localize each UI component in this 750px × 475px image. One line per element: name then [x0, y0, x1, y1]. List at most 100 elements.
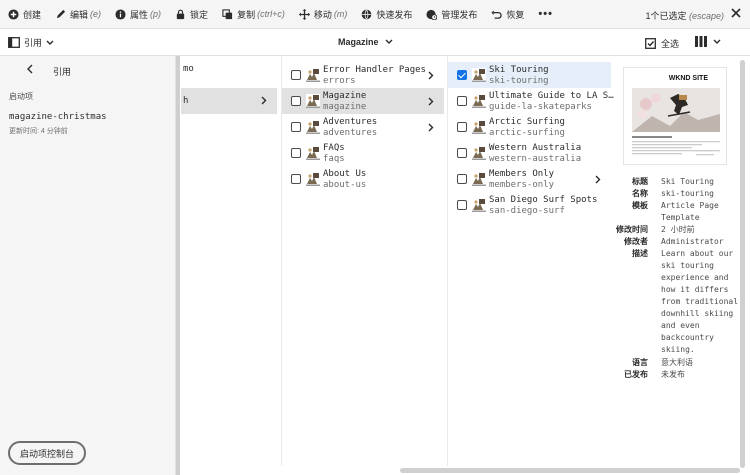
- meta-value-modifier: Administrator: [661, 237, 724, 246]
- select-all-icon: [645, 38, 656, 49]
- meta-key-language: 语言: [632, 358, 648, 367]
- select-all-button[interactable]: 全选: [645, 37, 679, 50]
- page-thumbnail: [306, 68, 320, 82]
- page-thumbnail: [306, 94, 320, 108]
- lock-button[interactable]: 锁定: [175, 8, 208, 21]
- list-item[interactable]: FAQs faqs: [282, 140, 444, 166]
- lock-label: 锁定: [190, 9, 209, 20]
- references-rail: 引用 启动项 magazine-christmas 更新时间: 4 分钟前 启动…: [0, 56, 176, 475]
- row-checkbox[interactable]: [457, 70, 467, 80]
- preview-brand-text: WKND SITE: [669, 75, 709, 82]
- list-item[interactable]: Adventures adventures: [282, 114, 444, 140]
- row-name: faqs: [323, 154, 345, 164]
- meta-value-language: 意大利语: [661, 358, 693, 367]
- meta-key-template: 模板: [632, 201, 648, 210]
- chevron-down-icon: [713, 39, 721, 44]
- chevron-left-icon[interactable]: [25, 64, 35, 74]
- meta-value-name: ski-touring: [661, 189, 714, 198]
- properties-shortcut: (p): [150, 9, 162, 19]
- row-checkbox[interactable]: [457, 122, 467, 132]
- meta-key-modifier: 修改者: [624, 237, 648, 246]
- launch-console-button[interactable]: 启动项控制台: [8, 441, 87, 465]
- meta-value-description: downhill skiing: [661, 309, 734, 318]
- launch-item-name[interactable]: magazine-christmas: [9, 112, 107, 122]
- rail-scrollbar[interactable]: [176, 56, 180, 475]
- meta-key-title: 标题: [632, 177, 648, 186]
- chevron-right-icon[interactable]: [428, 123, 434, 132]
- row-checkbox[interactable]: [291, 174, 301, 184]
- row-checkbox[interactable]: [291, 96, 301, 106]
- undo-icon: [491, 9, 503, 19]
- horizontal-scrollbar[interactable]: [400, 468, 740, 473]
- row-title: Adventures: [323, 117, 378, 127]
- selection-shortcut: (escape): [688, 11, 724, 21]
- meta-key-modified: 修改时间: [616, 225, 648, 234]
- page-title-dropdown[interactable]: Magazine: [338, 37, 393, 47]
- rail-toggle-button[interactable]: 引用: [8, 36, 54, 49]
- properties-label: 属性: [130, 9, 149, 20]
- page-thumbnail: [472, 68, 486, 82]
- meta-key-published: 已发布: [624, 370, 648, 379]
- list-item[interactable]: Error Handler Pages errors: [282, 62, 444, 88]
- quick-publish-button[interactable]: 快速发布: [361, 8, 412, 21]
- vertical-scrollbar[interactable]: [740, 60, 745, 468]
- page-thumbnail: [472, 198, 486, 212]
- chevron-right-icon[interactable]: [595, 175, 601, 184]
- list-item[interactable]: Ultimate Guide to LA S… guide-la-skatepa…: [448, 88, 614, 114]
- action-bar: 创建 编辑 (e) 属性 (p) 锁定 复制 (ctrl+c) 移动 (m) 快…: [0, 0, 750, 29]
- edit-button[interactable]: 编辑 (e): [55, 8, 101, 21]
- row-name: ski-touring: [489, 76, 549, 86]
- meta-value-published: 未发布: [661, 370, 685, 379]
- row-name: adventures: [323, 128, 378, 138]
- lock-icon: [176, 9, 185, 19]
- row-checkbox[interactable]: [457, 96, 467, 106]
- meta-value-template: Template: [661, 213, 700, 222]
- page-thumbnail: [472, 120, 486, 134]
- list-item[interactable]: About Us about-us: [282, 166, 444, 192]
- launch-item-time: 更新时间: 4 分钟前: [9, 128, 68, 135]
- view-switcher-button[interactable]: [695, 36, 721, 47]
- move-button[interactable]: 移动 (m): [298, 8, 348, 21]
- create-button[interactable]: 创建: [8, 8, 41, 21]
- chevron-down-icon: [385, 39, 393, 44]
- row-title: Arctic Surfing: [489, 117, 565, 127]
- manage-publish-button[interactable]: 管理发布: [426, 8, 477, 21]
- restore-button[interactable]: 恢复: [491, 8, 524, 21]
- row-checkbox[interactable]: [291, 70, 301, 80]
- meta-key-description: 描述: [632, 249, 648, 258]
- page-preview-image: WKND SITE: [623, 67, 727, 165]
- page-preview-graphic: WKND SITE: [624, 68, 726, 164]
- chevron-right-icon: [261, 96, 267, 105]
- list-item[interactable]: Members Only members-only: [448, 166, 611, 192]
- list-item[interactable]: Ski Touring ski-touring: [448, 62, 611, 88]
- more-actions-button[interactable]: •••: [538, 8, 553, 20]
- close-icon[interactable]: [730, 7, 742, 19]
- chevron-right-icon[interactable]: [428, 71, 434, 80]
- list-item[interactable]: Western Australia western-australia: [448, 140, 611, 166]
- edit-label: 编辑: [70, 9, 89, 20]
- column-root: mo h: [181, 56, 277, 466]
- list-item[interactable]: mo: [181, 56, 277, 82]
- globe-icon: [361, 9, 372, 19]
- list-item[interactable]: San Diego Surf Spots san-diego-surf: [448, 192, 611, 218]
- row-checkbox[interactable]: [457, 200, 467, 210]
- edit-shortcut: (e): [90, 9, 102, 19]
- row-checkbox[interactable]: [457, 174, 467, 184]
- list-item[interactable]: Magazine magazine: [282, 88, 444, 114]
- column-magazine: Ski Touring ski-touring Ultimate Guide t…: [447, 56, 614, 466]
- move-shortcut: (m): [333, 9, 348, 19]
- row-title: Ultimate Guide to LA S…: [489, 91, 614, 101]
- properties-button[interactable]: 属性 (p): [115, 8, 161, 21]
- quick-publish-label: 快速发布: [376, 9, 413, 20]
- copy-button[interactable]: 复制 (ctrl+c): [222, 8, 285, 21]
- rail-toggle-label: 引用: [24, 38, 43, 48]
- chevron-right-icon[interactable]: [428, 97, 434, 106]
- list-item[interactable]: h: [181, 88, 277, 114]
- row-checkbox[interactable]: [291, 122, 301, 132]
- row-title: San Diego Surf Spots: [489, 195, 598, 205]
- row-name: arctic-surfing: [489, 128, 565, 138]
- row-checkbox[interactable]: [457, 148, 467, 158]
- row-checkbox[interactable]: [291, 148, 301, 158]
- column-view-icon: [695, 36, 707, 47]
- list-item[interactable]: Arctic Surfing arctic-surfing: [448, 114, 611, 140]
